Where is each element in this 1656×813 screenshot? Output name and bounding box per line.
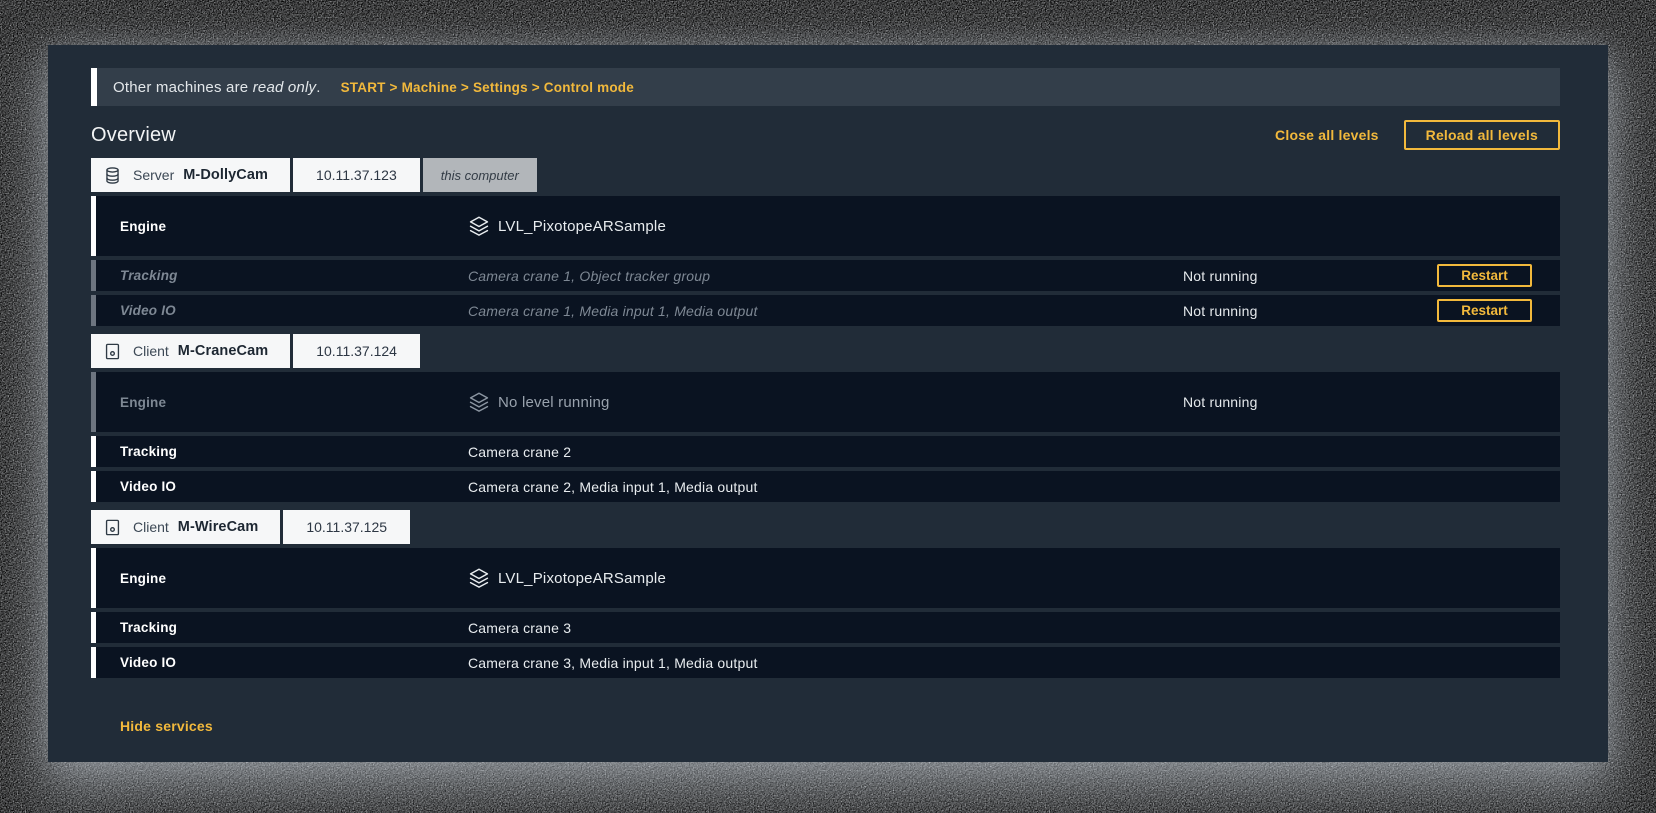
machine-tab[interactable]: Server M-DollyCam 10.11.37.123 this comp… [91,158,1560,192]
service-name-label: Engine [96,395,468,410]
service-name-label: Tracking [96,620,468,635]
machine-ip[interactable]: 10.11.37.124 [293,334,420,368]
breadcrumb-link[interactable]: START > Machine > Settings > Control mod… [341,80,634,95]
service-description: Camera crane 2, Media input 1, Media out… [468,479,1183,495]
service-name-label: Video IO [96,655,468,670]
machine-ip[interactable]: 10.11.37.125 [283,510,410,544]
machine-section: Client M-WireCam 10.11.37.125 Engine LVL… [91,510,1560,678]
service-name-label: Tracking [96,268,468,283]
machine-name-label: M-DollyCam [183,167,268,183]
machine-list: Server M-DollyCam 10.11.37.123 this comp… [91,158,1560,678]
service-row-engine: Engine LVL_PixotopeARSample [91,548,1560,608]
service-description-text: Camera crane 3 [468,620,571,636]
service-description-text: Camera crane 1, Object tracker group [468,268,710,284]
service-rows: Engine LVL_PixotopeARSample Tracking Cam… [91,196,1560,326]
service-description-text: Camera crane 2 [468,444,571,460]
machine-tab-main[interactable]: Client M-WireCam [91,510,280,544]
machine-tab[interactable]: Client M-WireCam 10.11.37.125 [91,510,1560,544]
client-icon [103,342,122,361]
banner-message: Other machines are read only. [113,79,321,96]
service-description: Camera crane 1, Media input 1, Media out… [468,303,1183,319]
service-description-text: LVL_PixotopeARSample [498,570,666,587]
page-title: Overview [91,124,176,147]
readonly-banner: Other machines are read only. START > Ma… [91,68,1560,106]
layers-icon [468,215,490,237]
this-computer-label: this computer [441,168,519,183]
machine-ip-label: 10.11.37.125 [306,519,387,535]
machine-name-label: M-WireCam [178,519,259,535]
machine-ip[interactable]: 10.11.37.123 [293,158,420,192]
machine-tab-main[interactable]: Client M-CraneCam [91,334,290,368]
machine-tab[interactable]: Client M-CraneCam 10.11.37.124 [91,334,1560,368]
page-header: Overview Close all levels Reload all lev… [91,119,1560,151]
machine-ip-label: 10.11.37.123 [316,167,397,183]
layers-icon [468,567,490,589]
reload-all-levels-button[interactable]: Reload all levels [1404,120,1560,150]
client-icon [103,518,122,537]
service-row-tracking: Tracking Camera crane 2 [91,436,1560,467]
service-description-text: No level running [498,394,610,411]
service-status: Not running [1183,303,1437,319]
restart-button[interactable]: Restart [1437,264,1532,287]
service-description: LVL_PixotopeARSample [468,567,1183,589]
service-name-label: Engine [96,219,468,234]
machine-type-label: Server [133,167,174,183]
service-status: Not running [1183,394,1437,410]
service-row-video-io: Video IO Camera crane 3, Media input 1, … [91,647,1560,678]
service-row-video-io: Video IO Camera crane 2, Media input 1, … [91,471,1560,502]
service-rows: Engine No level running Not running Trac… [91,372,1560,502]
machine-name-label: M-CraneCam [178,343,268,359]
this-computer-badge: this computer [423,158,537,192]
service-description-text: LVL_PixotopeARSample [498,218,666,235]
machine-ip-label: 10.11.37.124 [316,343,397,359]
service-name-label: Tracking [96,444,468,459]
service-name-label: Video IO [96,479,468,494]
machine-tab-main[interactable]: Server M-DollyCam [91,158,290,192]
machine-section: Client M-CraneCam 10.11.37.124 Engine No… [91,334,1560,502]
service-description: No level running [468,391,1183,413]
app-window: Other machines are read only. START > Ma… [48,45,1608,762]
service-description: LVL_PixotopeARSample [468,215,1183,237]
machine-type-label: Client [133,343,169,359]
hide-services-link[interactable]: Hide services [120,718,213,734]
layers-icon [468,391,490,413]
close-all-levels-link[interactable]: Close all levels [1275,127,1379,143]
service-description-text: Camera crane 1, Media input 1, Media out… [468,303,758,319]
service-description: Camera crane 3, Media input 1, Media out… [468,655,1183,671]
restart-button[interactable]: Restart [1437,299,1532,322]
service-row-video-io: Video IO Camera crane 1, Media input 1, … [91,295,1560,326]
service-name-label: Engine [96,571,468,586]
service-status: Not running [1183,268,1437,284]
service-row-engine: Engine LVL_PixotopeARSample [91,196,1560,256]
machine-section: Server M-DollyCam 10.11.37.123 this comp… [91,158,1560,326]
service-rows: Engine LVL_PixotopeARSample Tracking Cam… [91,548,1560,678]
service-description: Camera crane 3 [468,620,1183,636]
service-description: Camera crane 2 [468,444,1183,460]
service-action: Restart [1437,264,1560,287]
service-name-label: Video IO [96,303,468,318]
machine-type-label: Client [133,519,169,535]
service-description-text: Camera crane 3, Media input 1, Media out… [468,655,758,671]
service-row-tracking: Tracking Camera crane 1, Object tracker … [91,260,1560,291]
service-description: Camera crane 1, Object tracker group [468,268,1183,284]
service-action: Restart [1437,299,1560,322]
service-row-engine: Engine No level running Not running [91,372,1560,432]
header-actions: Close all levels Reload all levels [1275,120,1560,150]
server-icon [103,166,122,185]
service-description-text: Camera crane 2, Media input 1, Media out… [468,479,758,495]
service-row-tracking: Tracking Camera crane 3 [91,612,1560,643]
